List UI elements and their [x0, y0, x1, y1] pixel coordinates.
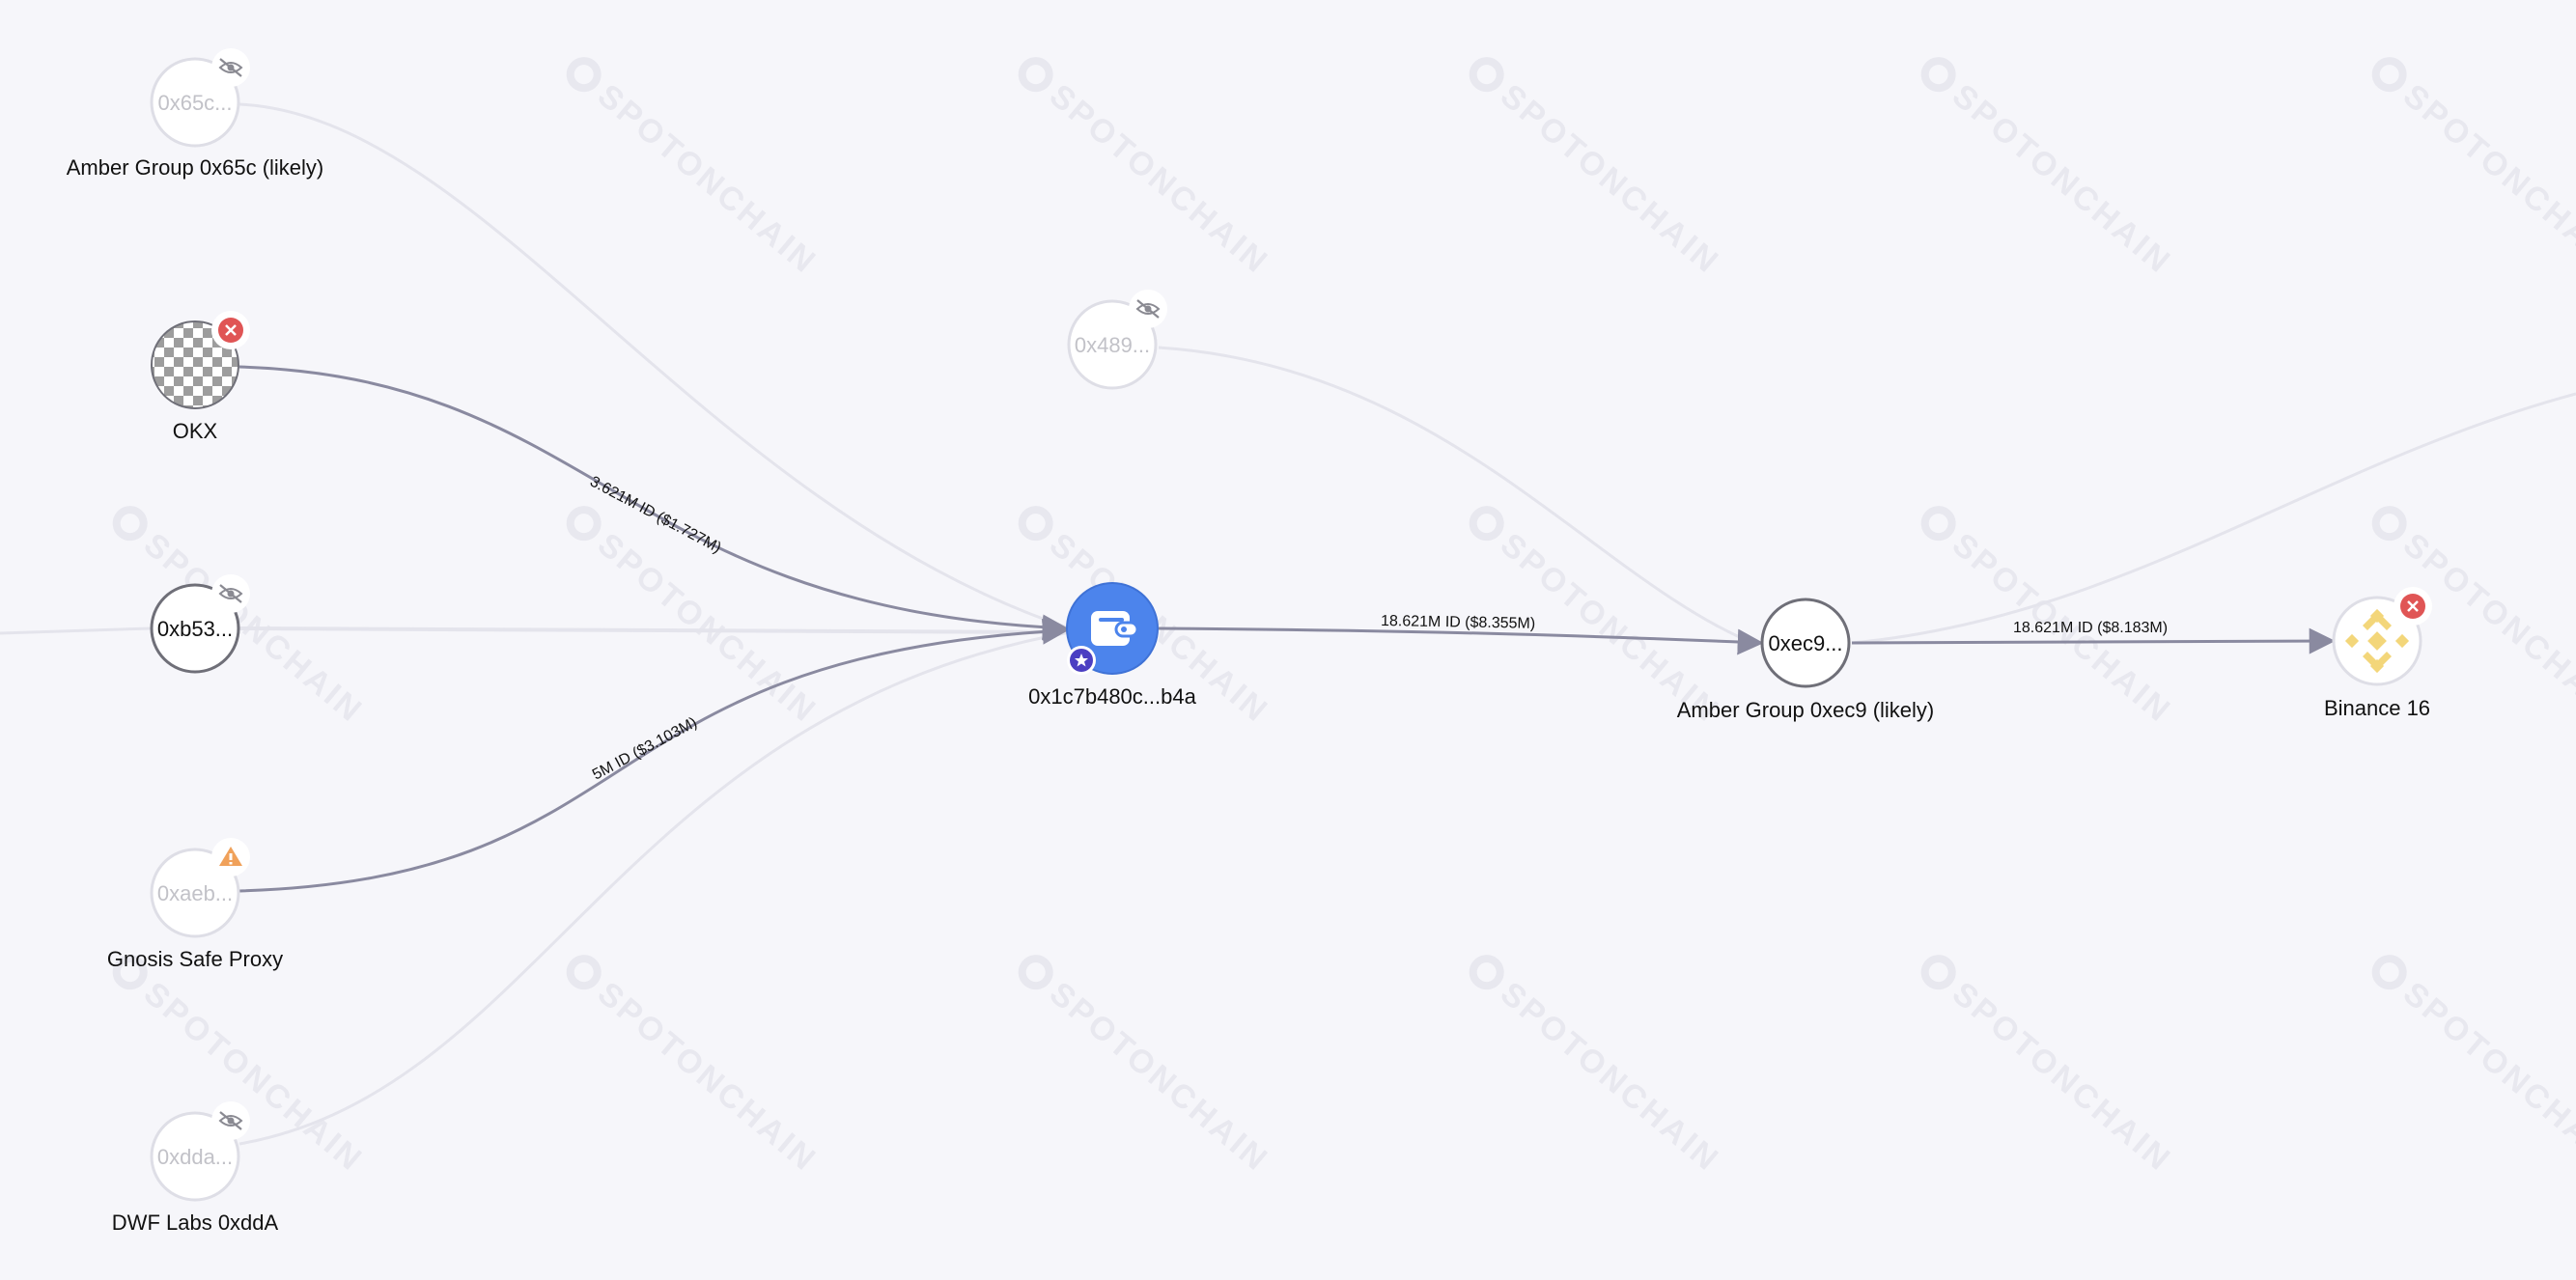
node-address-0xb53: 0xb53... [157, 617, 233, 641]
star-icon [1067, 646, 1096, 675]
watermark-text: SPOTONCHAIN [1494, 77, 1727, 281]
close-icon [211, 311, 250, 349]
faded-edge-0xb53 [238, 626, 1071, 634]
watermark-text: SPOTONCHAIN [1946, 77, 2179, 281]
node-okx[interactable]: OKX [151, 311, 250, 443]
node-label-0x65c: Amber Group 0x65c (likely) [67, 155, 324, 180]
node-address-0x489: 0x489... [1075, 333, 1150, 357]
watermark-logo: SPOTONCHAIN [1469, 57, 1727, 281]
watermark-logo: SPOTONCHAIN [1018, 955, 1276, 1179]
watermark-text: SPOTONCHAIN [1043, 77, 1276, 281]
close-icon [2394, 587, 2432, 626]
watermark-logo: SPOTONCHAIN [1018, 57, 1276, 281]
edge-gnosis-to-focus[interactable] [238, 618, 1069, 893]
watermark-text: SPOTONCHAIN [591, 526, 825, 730]
watermark-text: SPOTONCHAIN [1494, 975, 1727, 1179]
watermark-logo: SPOTONCHAIN [1469, 955, 1727, 1179]
watermark-logo: SPOTONCHAIN [1920, 506, 2178, 730]
node-address-0xdda: 0xdda... [157, 1145, 233, 1169]
watermark-logo: SPOTONCHAIN [2371, 955, 2576, 1179]
node-binance-16[interactable]: Binance 16 [2324, 587, 2432, 720]
watermark-logo: SPOTONCHAIN [112, 506, 370, 730]
faded-edge-0x489 [1158, 346, 1758, 647]
edge-label-focus-amber: 18.621M ID ($8.355M) [1381, 613, 1535, 632]
edge-label-amber-binance: 18.621M ID ($8.183M) [2013, 620, 2168, 636]
node-address-0xaeb: 0xaeb... [157, 881, 233, 905]
watermark-logo: SPOTONCHAIN [1920, 57, 2179, 281]
node-gnosis-safe-proxy[interactable]: 0xaeb... Gnosis Safe Proxy [107, 838, 283, 971]
eye-slash-icon [211, 48, 250, 87]
node-amber-0x65c[interactable]: 0x65c... Amber Group 0x65c (likely) [67, 48, 324, 180]
node-label-dwf: DWF Labs 0xddA [112, 1210, 279, 1235]
node-amber-0xec9[interactable]: 0xec9... Amber Group 0xec9 (likely) [1677, 598, 1935, 722]
node-label-0xec9: Amber Group 0xec9 (likely) [1677, 698, 1935, 722]
watermark-text: SPOTONCHAIN [2396, 77, 2576, 281]
edge-label-layer: 3.621M ID ($1.727M) 5M ID ($3.103M) 18.6… [587, 474, 2168, 784]
faded-edge-0xb53-left [0, 626, 152, 635]
watermark-logo: SPOTONCHAIN [2371, 57, 2576, 281]
node-0x489[interactable]: 0x489... [1067, 290, 1167, 390]
node-label-gnosis: Gnosis Safe Proxy [107, 947, 283, 971]
faded-edge-0x65c [238, 102, 1071, 630]
watermark-layer: SPOTONCHAIN SPOTONCHAIN SPOTONCHAIN SPOTONC… [112, 57, 2576, 1179]
watermark-logo: SPOTONCHAIN [1920, 955, 2179, 1179]
eye-slash-icon [1129, 290, 1167, 328]
edge-amber-to-binance[interactable] [1851, 627, 2336, 654]
node-address-0x65c: 0x65c... [157, 91, 232, 115]
watermark-logo: SPOTONCHAIN [566, 955, 825, 1179]
warning-icon [211, 838, 250, 877]
node-label-binance: Binance 16 [2324, 696, 2430, 720]
eye-slash-icon [211, 1101, 250, 1140]
watermark-text: SPOTONCHAIN [2396, 975, 2576, 1179]
watermark-text: SPOTONCHAIN [1946, 975, 2179, 1179]
watermark-logo: SPOTONCHAIN [566, 57, 825, 281]
node-label-okx: OKX [173, 419, 218, 443]
node-label-focus: 0x1c7b480c...b4a [1028, 684, 1196, 709]
watermark-text: SPOTONCHAIN [591, 975, 825, 1179]
edge-label-gnosis: 5M ID ($3.103M) [590, 714, 700, 783]
node-address-0xec9: 0xec9... [1768, 631, 1842, 655]
watermark-text: SPOTONCHAIN [591, 77, 825, 281]
node-dwf-labs[interactable]: 0xdda... DWF Labs 0xddA [112, 1101, 279, 1235]
transaction-graph-canvas[interactable]: SPOTONCHAIN SPOTONCHAIN SPOTONCHAIN SPOTONC… [0, 0, 2576, 1280]
faded-edge-layer [0, 102, 2576, 1146]
node-0xb53[interactable]: 0xb53... [150, 574, 250, 674]
eye-slash-icon [211, 574, 250, 613]
watermark-logo: SPOTONCHAIN [112, 955, 370, 1179]
watermark-text: SPOTONCHAIN [1043, 975, 1276, 1179]
